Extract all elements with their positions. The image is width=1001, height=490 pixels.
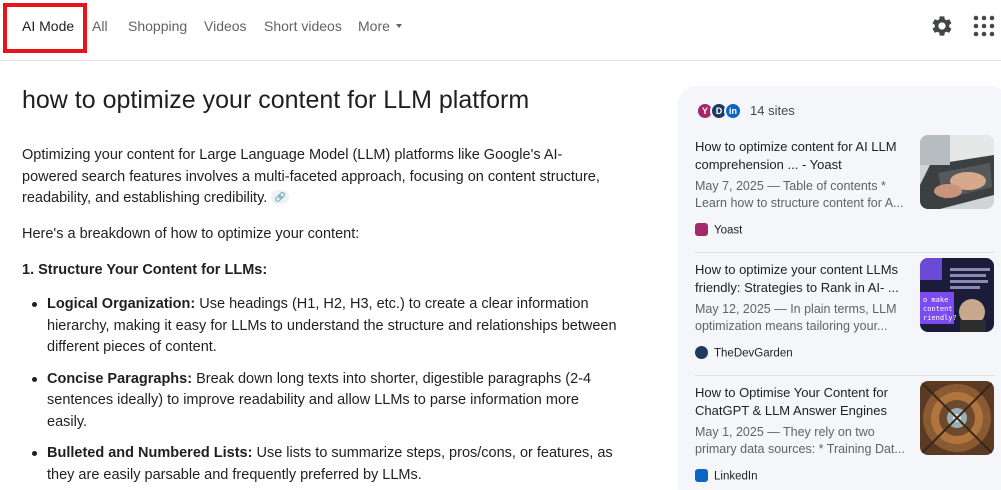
source-card[interactable]: How to optimize your content LLMs friend… <box>695 258 995 361</box>
thedevgarden-icon <box>695 346 708 359</box>
active-tab-highlight <box>3 3 87 53</box>
card-snippet: May 1, 2025 — They rely on two primary d… <box>695 424 913 457</box>
content-friendly-graphic-image: o make content riendly? <box>920 258 994 332</box>
top-nav: AI Mode All Shopping Videos Short videos… <box>0 0 1001 61</box>
page-title: how to optimize your content for LLM pla… <box>22 86 530 114</box>
link-icon[interactable]: 🔗 <box>271 190 290 205</box>
sites-count[interactable]: 14 sites <box>750 103 795 118</box>
bullet-term: Logical Organization: <box>47 296 196 312</box>
card-thumbnail[interactable] <box>920 135 994 209</box>
list-item: Concise Paragraphs: Break down long text… <box>22 369 622 434</box>
list-item: Bulleted and Numbered Lists: Use lists t… <box>22 443 622 486</box>
svg-text:riendly?: riendly? <box>923 314 957 322</box>
gear-icon[interactable] <box>930 14 954 38</box>
list-item: Logical Organization: Use headings (H1, … <box>22 294 622 359</box>
card-thumbnail[interactable] <box>920 381 994 455</box>
card-date: May 1, 2025 — They rely on two <box>695 425 875 439</box>
bullet-list: Logical Organization: Use headings (H1, … <box>22 294 622 490</box>
yoast-icon <box>695 223 708 236</box>
tab-more-label: More <box>358 18 390 34</box>
card-source-name: LinkedIn <box>714 470 758 483</box>
linkedin-icon <box>695 469 708 482</box>
intro-text: Optimizing your content for Large Langua… <box>22 147 600 206</box>
apps-grid-icon[interactable] <box>973 15 995 37</box>
svg-text:o make: o make <box>923 296 948 304</box>
source-favicons[interactable]: Y D in <box>696 102 744 120</box>
tab-short-videos[interactable]: Short videos <box>264 18 342 34</box>
tab-more[interactable]: More <box>358 18 402 34</box>
card-source[interactable]: Yoast <box>695 223 743 237</box>
sources-panel: Y D in 14 sites How to optimize content … <box>678 86 1001 490</box>
card-thumbnail[interactable]: o make content riendly? <box>920 258 994 332</box>
divider <box>695 252 995 253</box>
library-tunnel-image <box>920 381 994 455</box>
card-date: May 7, 2025 — Table of contents * <box>695 179 886 193</box>
intro-paragraph: Optimizing your content for Large Langua… <box>22 145 602 210</box>
source-card[interactable]: How to Optimise Your Content for ChatGPT… <box>695 381 995 484</box>
card-title[interactable]: How to optimize content for AI LLM compr… <box>695 138 910 174</box>
card-snippet: May 7, 2025 — Table of contents * Learn … <box>695 178 913 211</box>
source-card[interactable]: How to optimize content for AI LLM compr… <box>695 135 995 238</box>
card-source[interactable]: TheDevGarden <box>695 346 793 360</box>
linkedin-favicon-icon: in <box>724 102 742 120</box>
card-snippet-text: Learn how to structure content for A... <box>695 195 904 210</box>
card-snippet: May 12, 2025 — In plain terms, LLM optim… <box>695 301 913 334</box>
tab-all[interactable]: All <box>92 18 108 34</box>
card-snippet-text: optimization means tailoring your... <box>695 318 888 333</box>
card-source[interactable]: LinkedIn <box>695 469 758 483</box>
tab-shopping[interactable]: Shopping <box>128 18 187 34</box>
card-snippet-text: primary data sources: * Training Dat... <box>695 441 905 456</box>
chevron-down-icon <box>395 24 402 29</box>
section-heading: 1. Structure Your Content for LLMs: <box>22 262 268 278</box>
card-title[interactable]: How to optimize your content LLMs friend… <box>695 261 910 297</box>
bullet-term: Concise Paragraphs: <box>47 370 193 387</box>
divider <box>695 375 995 376</box>
card-title[interactable]: How to Optimise Your Content for ChatGPT… <box>695 384 910 420</box>
svg-text:content: content <box>923 305 953 313</box>
card-source-name: TheDevGarden <box>714 347 793 360</box>
card-source-name: Yoast <box>714 224 743 237</box>
breakdown-text: Here's a breakdown of how to optimize yo… <box>22 226 360 242</box>
tab-videos[interactable]: Videos <box>204 18 247 34</box>
bullet-term: Bulleted and Numbered Lists: <box>47 445 253 461</box>
laptop-typing-image <box>920 135 994 209</box>
card-date: May 12, 2025 — In plain terms, LLM <box>695 302 897 316</box>
